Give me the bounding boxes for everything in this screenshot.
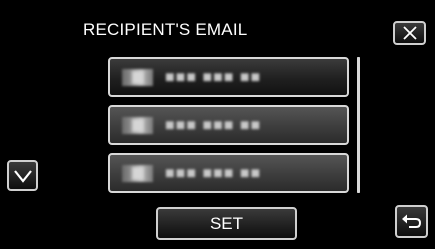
email-thumbnail bbox=[122, 69, 153, 86]
list-item[interactable]: ■■■ ■■■ ■■ bbox=[108, 105, 349, 145]
scroll-down-button[interactable] bbox=[7, 160, 38, 191]
email-address: ■■■ ■■■ ■■ bbox=[165, 69, 262, 86]
close-icon bbox=[402, 26, 417, 40]
set-button[interactable]: SET bbox=[156, 207, 297, 240]
list-item[interactable]: ■■■ ■■■ ■■ bbox=[108, 153, 349, 193]
page-title: RECIPIENT'S EMAIL bbox=[83, 20, 248, 39]
email-thumbnail bbox=[122, 165, 153, 182]
chevron-down-icon bbox=[13, 169, 32, 183]
list-item[interactable]: ■■■ ■■■ ■■ bbox=[108, 57, 349, 97]
back-button[interactable] bbox=[395, 205, 428, 238]
close-button[interactable] bbox=[393, 21, 426, 45]
email-thumbnail bbox=[122, 117, 153, 134]
email-address: ■■■ ■■■ ■■ bbox=[165, 165, 262, 182]
email-address: ■■■ ■■■ ■■ bbox=[165, 117, 262, 134]
return-arrow-icon bbox=[401, 214, 421, 228]
scrollbar-thumb[interactable] bbox=[357, 57, 360, 193]
